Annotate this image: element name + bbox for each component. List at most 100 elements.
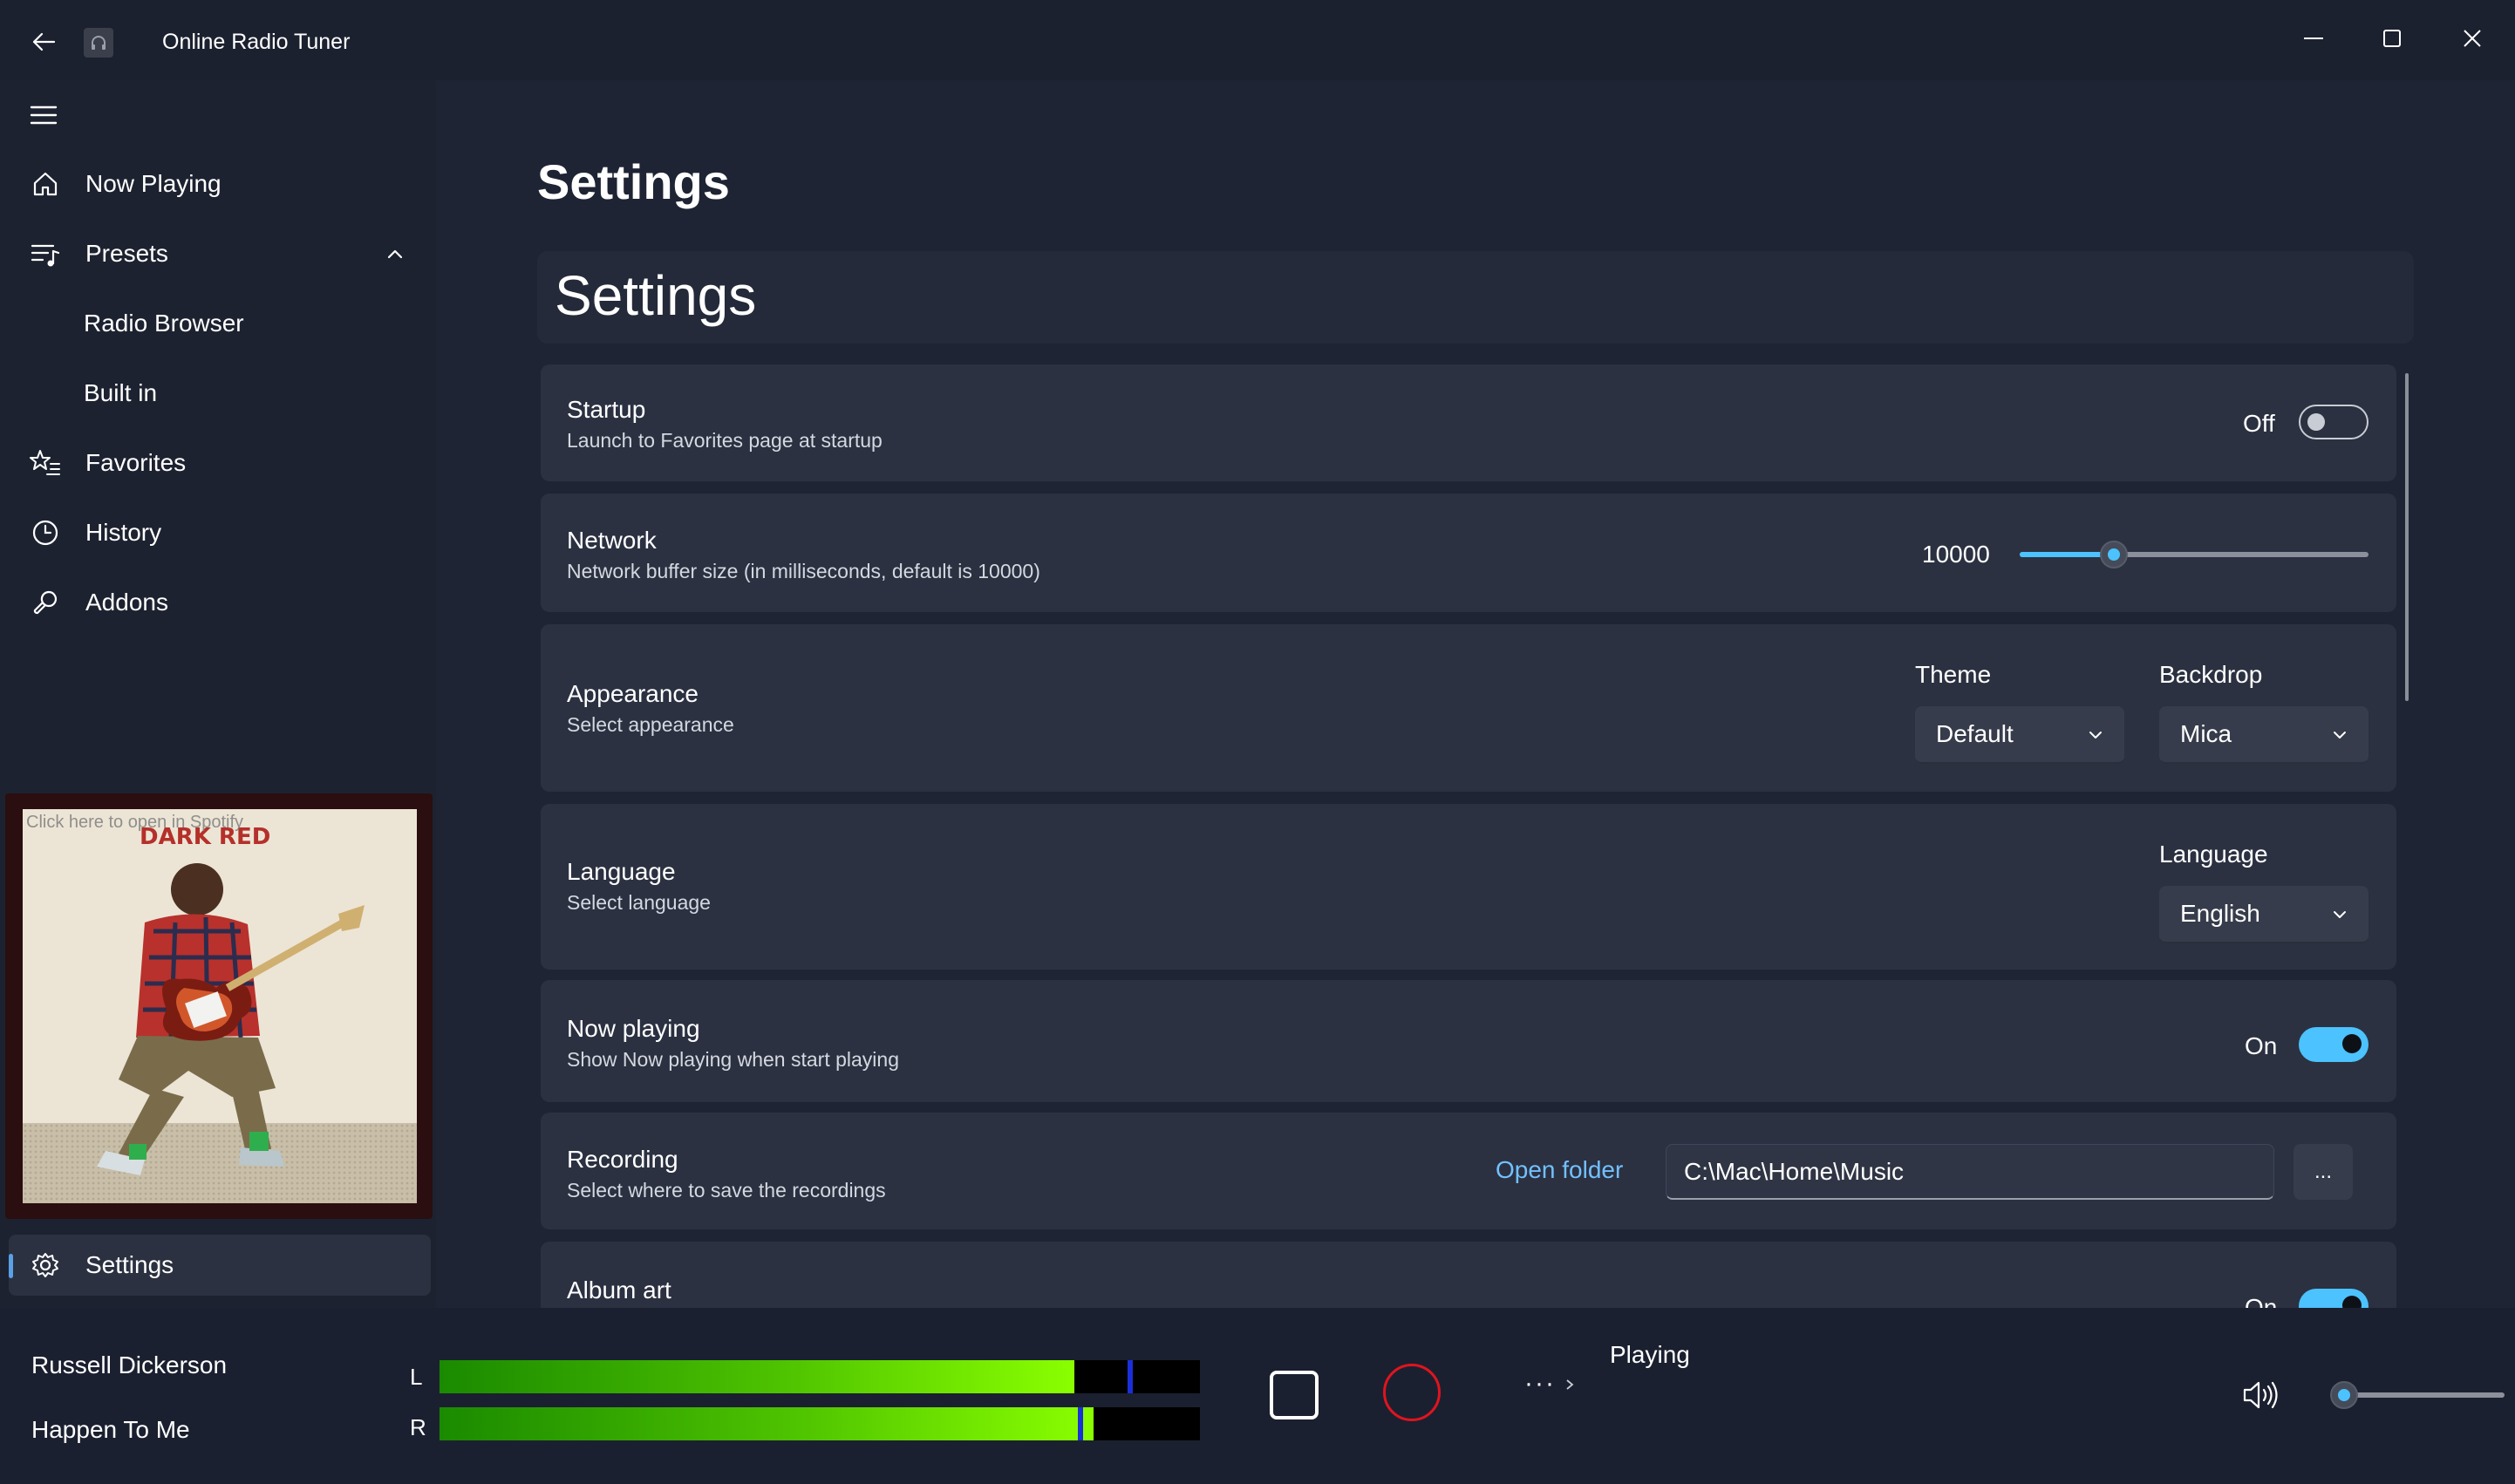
now-playing-description: Show Now playing when start playing [567,1048,899,1071]
left-level-meter [440,1360,1200,1393]
meter-fill [440,1407,1094,1440]
language-description: Select language [567,891,711,914]
album-art-hint: Click here to open in Spotify [26,813,244,832]
close-button[interactable] [2433,12,2512,65]
nav-item-radio-browser[interactable]: Radio Browser [9,293,431,354]
appearance-title: Appearance [567,680,699,707]
theme-label: Theme [1915,661,1992,688]
playlist-icon [28,236,63,271]
language-card: Language Select language Language Englis… [541,804,2396,970]
backdrop-dropdown[interactable]: Mica [2159,706,2368,764]
now-playing-toggle-state: On [2245,1032,2278,1059]
close-icon [2464,30,2481,47]
slider-track [2341,1392,2505,1398]
nav-item-presets[interactable]: Presets [9,223,431,284]
headphones-icon [84,28,113,58]
maximize-button[interactable] [2353,12,2431,65]
startup-title: Startup [567,396,646,423]
wrench-icon [28,585,63,620]
language-dropdown-value: English [2180,900,2260,927]
settings-header-card [537,251,2414,344]
nav-item-now-playing[interactable]: Now Playing [9,153,431,214]
hamburger-icon [30,106,58,125]
nav-item-built-in[interactable]: Built in [9,363,431,424]
maximize-icon [2383,30,2401,47]
nav-item-favorites[interactable]: Favorites [9,432,431,494]
chevron-down-icon [2089,732,2102,739]
page-title: Settings [537,154,730,209]
home-icon [28,167,63,201]
meter-peak [1128,1360,1134,1393]
language-label: Language [2159,841,2268,868]
browse-folder-button[interactable]: ... [2293,1144,2353,1200]
record-button[interactable] [1383,1364,1441,1421]
meter-peak [1078,1407,1084,1440]
startup-card: Startup Launch to Favorites page at star… [541,364,2396,481]
startup-toggle-state: Off [2243,410,2275,437]
player-bar [0,1308,2515,1484]
now-playing-artist: Russell Dickerson [31,1351,228,1378]
open-folder-link[interactable]: Open folder [1496,1156,1623,1184]
now-playing-toggle[interactable] [2299,1027,2368,1062]
gear-icon [28,1248,63,1283]
appearance-card: Appearance Select appearance Theme Defau… [541,624,2396,792]
nav-item-addons[interactable]: Addons [9,572,431,633]
chevron-down-icon [2334,732,2346,739]
left-channel-label: L [410,1364,423,1390]
startup-description: Launch to Favorites page at startup [567,429,883,452]
slider-thumb[interactable] [2100,541,2128,568]
meter-fill [440,1360,1075,1393]
nav-item-settings[interactable]: Settings [9,1235,431,1296]
album-cover-image: DARK RED [23,809,417,1203]
more-dots: ··· [1524,1369,1556,1398]
more-options-button[interactable]: ··· [1524,1369,1575,1399]
theme-dropdown[interactable]: Default [1915,706,2124,764]
settings-header-title: Settings [555,264,757,327]
album-art-card-viewport: Album art On [541,1242,2396,1308]
album-art-toggle[interactable] [2299,1289,2368,1308]
chevron-up-icon [387,249,403,259]
volume-button[interactable] [2241,1378,2281,1413]
backdrop-label: Backdrop [2159,661,2263,688]
speaker-icon [2243,1381,2278,1409]
clock-icon [28,515,63,550]
toggle-knob [2307,413,2325,431]
recording-path-input[interactable]: C:\Mac\Home\Music [1666,1144,2274,1200]
language-title: Language [567,858,676,885]
selection-indicator [9,1254,13,1278]
back-arrow-icon [32,32,56,51]
album-art-title: Album art [567,1276,671,1304]
network-title: Network [567,527,657,554]
backdrop-dropdown-value: Mica [2180,720,2232,747]
album-art[interactable]: DARK RED [23,809,417,1203]
slider-thumb[interactable] [2330,1381,2358,1409]
network-description: Network buffer size (in milliseconds, de… [567,560,1040,582]
content-scrollbar[interactable] [2405,373,2409,701]
hamburger-menu-button[interactable] [26,98,61,133]
now-playing-title: Now playing [567,1015,700,1042]
stop-button[interactable] [1270,1371,1319,1419]
toggle-knob [2342,1034,2362,1053]
nav-item-history[interactable]: History [9,502,431,563]
toggle-knob [2342,1296,2362,1308]
now-playing-song: Happen To Me [31,1416,190,1443]
right-channel-label: R [410,1414,426,1440]
back-button[interactable] [24,23,63,61]
minimize-icon [2304,37,2323,39]
appearance-description: Select appearance [567,713,734,736]
volume-slider[interactable] [2330,1378,2505,1413]
chevron-down-icon [2334,911,2346,918]
now-playing-card: Now playing Show Now playing when start … [541,980,2396,1102]
title-bar [0,0,2515,80]
startup-toggle[interactable] [2299,405,2368,439]
album-art-toggle-state: On [2245,1294,2278,1308]
right-level-meter [440,1407,1200,1440]
network-buffer-value: 10000 [1922,541,1990,568]
network-buffer-slider[interactable] [2020,537,2368,572]
language-dropdown[interactable]: English [2159,886,2368,943]
album-art-card: Album art On [541,1242,2396,1308]
recording-title: Recording [567,1146,678,1173]
network-card: Network Network buffer size (in millisec… [541,494,2396,612]
theme-dropdown-value: Default [1936,720,2014,747]
minimize-button[interactable] [2274,12,2353,65]
